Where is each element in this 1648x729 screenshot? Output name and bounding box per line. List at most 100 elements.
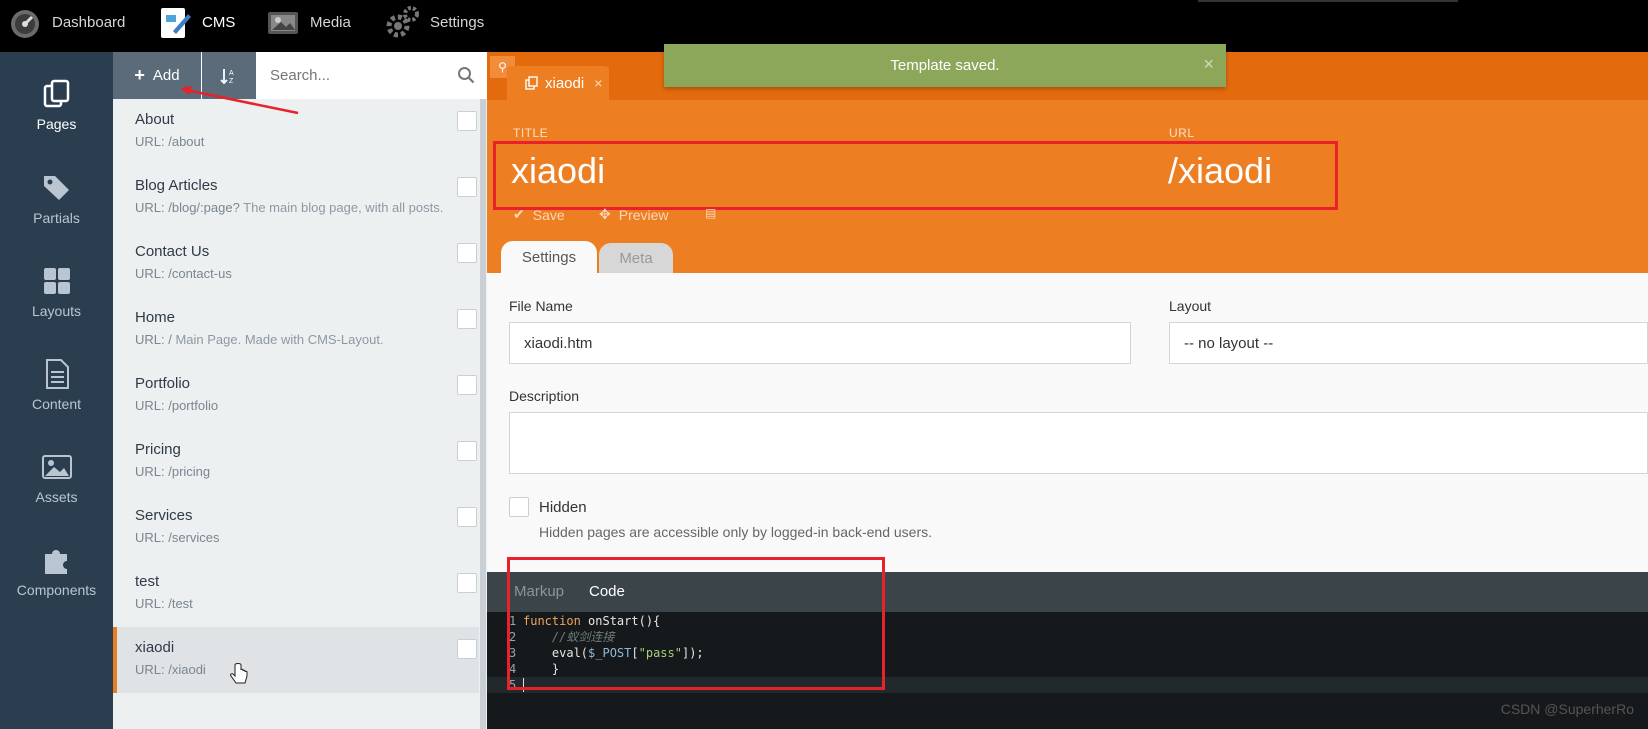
page-list-item[interactable]: Blog Articles URL: /blog/:page? The main… (113, 165, 479, 231)
page-item-title: Pricing (135, 441, 181, 458)
sidenav-content[interactable]: Content (0, 358, 113, 450)
file-name-value: xiaodi.htm (524, 334, 593, 352)
page-icon (525, 76, 538, 90)
nav-dashboard[interactable]: Dashboard (8, 0, 125, 44)
list-scrollbar[interactable] (480, 99, 486, 729)
page-item-url: URL: /portfolio (135, 398, 219, 413)
check-icon: ✔ (513, 206, 525, 222)
page-list-item[interactable]: Portfolio URL: /portfolio (113, 363, 479, 429)
cms-icon (161, 8, 191, 38)
page-item-checkbox[interactable] (457, 639, 477, 659)
tab-meta-label: Meta (619, 249, 653, 267)
list-toolbar: + Add A Z (113, 52, 487, 99)
flash-message: Template saved. × (664, 44, 1226, 87)
nav-cms[interactable]: CMS (158, 0, 235, 44)
red-highlight-box (507, 557, 885, 690)
url-label: URL (1169, 126, 1195, 140)
page-list-item[interactable]: Contact Us URL: /contact-us (113, 231, 479, 297)
flash-message-text: Template saved. (890, 57, 1000, 74)
image-icon (41, 455, 72, 479)
page-item-description: Main Page. Made with CMS-Layout. (171, 332, 384, 347)
tab-meta[interactable]: Meta (599, 243, 673, 273)
page-list-item[interactable]: Services URL: /services (113, 495, 479, 561)
sidenav-assets-label: Assets (35, 489, 78, 505)
hand-cursor-icon (230, 663, 248, 684)
preview-button[interactable]: ✥ Preview (599, 206, 669, 223)
gear-icon (386, 6, 419, 38)
pages-icon (43, 79, 69, 108)
page-item-url: URL: /test (135, 596, 193, 611)
trash-icon: ▤ (705, 206, 717, 220)
svg-text:A: A (229, 70, 234, 77)
red-annotation-arrow (180, 86, 299, 115)
title-label: TITLE (513, 126, 549, 140)
sidenav-layouts[interactable]: Layouts (0, 265, 113, 357)
close-tab-icon[interactable]: × (594, 75, 602, 91)
nav-dashboard-label: Dashboard (52, 13, 126, 31)
page-item-title: Contact Us (135, 243, 210, 260)
layout-select[interactable]: -- no layout -- (1169, 322, 1648, 364)
red-highlight-box (493, 141, 1338, 210)
content-icon (45, 359, 69, 389)
nav-settings-label: Settings (430, 13, 485, 31)
page-item-url: URL: /pricing (135, 464, 211, 479)
hidden-label[interactable]: Hidden (539, 499, 587, 516)
hidden-checkbox[interactable] (509, 497, 529, 517)
page-item-checkbox[interactable] (457, 243, 477, 263)
tab-settings-label: Settings (521, 248, 577, 266)
plus-icon: + (134, 65, 145, 85)
puzzle-icon (44, 550, 67, 574)
page-item-url: URL: /contact-us (135, 266, 232, 281)
page-item-checkbox[interactable] (457, 177, 477, 197)
document-tab[interactable]: xiaodi × (507, 66, 609, 100)
page-item-checkbox[interactable] (457, 309, 477, 329)
side-navigation: Pages Partials Layouts Content Assets Co… (0, 52, 113, 729)
page-list-item[interactable]: Pricing URL: /pricing (113, 429, 479, 495)
page-list-item[interactable]: Home URL: / Main Page. Made with CMS-Lay… (113, 297, 479, 363)
page-item-checkbox[interactable] (457, 507, 477, 527)
sort-az-icon: A Z (220, 68, 234, 85)
description-label: Description (509, 388, 580, 404)
page-list-item[interactable]: test URL: /test (113, 561, 479, 627)
nav-media[interactable]: Media (266, 0, 351, 44)
watermark: CSDN @SuperherRo (1500, 701, 1634, 717)
crosshair-icon: ✥ (599, 206, 611, 222)
page-item-checkbox[interactable] (457, 573, 477, 593)
hidden-help-text: Hidden pages are accessible only by logg… (539, 524, 933, 540)
file-name-input[interactable]: xiaodi.htm (509, 322, 1131, 364)
layout-value: -- no layout -- (1184, 334, 1274, 352)
sidenav-components[interactable]: Components (0, 544, 113, 636)
nav-cms-label: CMS (202, 13, 236, 31)
dashboard-icon (11, 10, 39, 38)
page-item-url: URL: /services (135, 530, 220, 545)
media-icon (268, 12, 298, 34)
page-item-url: URL: /blog/:page? (135, 200, 240, 215)
close-icon[interactable]: × (1203, 54, 1214, 75)
page-item-url: URL: /about (135, 134, 205, 149)
sidenav-assets[interactable]: Assets (0, 451, 113, 543)
tab-settings[interactable]: Settings (501, 241, 597, 273)
save-button[interactable]: ✔ Save (513, 206, 565, 223)
page-item-checkbox[interactable] (457, 375, 477, 395)
page-item-checkbox[interactable] (457, 111, 477, 131)
svg-text:Z: Z (229, 78, 234, 85)
page-item-title: Home (135, 309, 176, 326)
page-item-description: The main blog page, with all posts. (239, 200, 444, 215)
page-list-item-selected[interactable]: xiaodi URL: /xiaodi (113, 627, 479, 693)
layouts-icon (43, 268, 70, 294)
search-icon[interactable] (457, 66, 475, 84)
sidenav-content-label: Content (31, 396, 82, 412)
page-item-title: xiaodi (135, 639, 175, 656)
file-name-label: File Name (509, 298, 573, 314)
delete-button[interactable]: ▤ (705, 206, 716, 220)
page-item-checkbox[interactable] (457, 441, 477, 461)
sidenav-layouts-label: Layouts (31, 303, 82, 319)
layout-label: Layout (1169, 298, 1212, 314)
sidenav-pages[interactable]: Pages (0, 78, 113, 170)
nav-settings[interactable]: Settings (386, 0, 484, 44)
top-scrollbar[interactable] (1198, 0, 1458, 2)
sidenav-partials[interactable]: Partials (0, 172, 113, 264)
nav-media-label: Media (310, 13, 351, 31)
description-textarea[interactable] (509, 412, 1648, 474)
page-item-title: Services (135, 507, 193, 524)
